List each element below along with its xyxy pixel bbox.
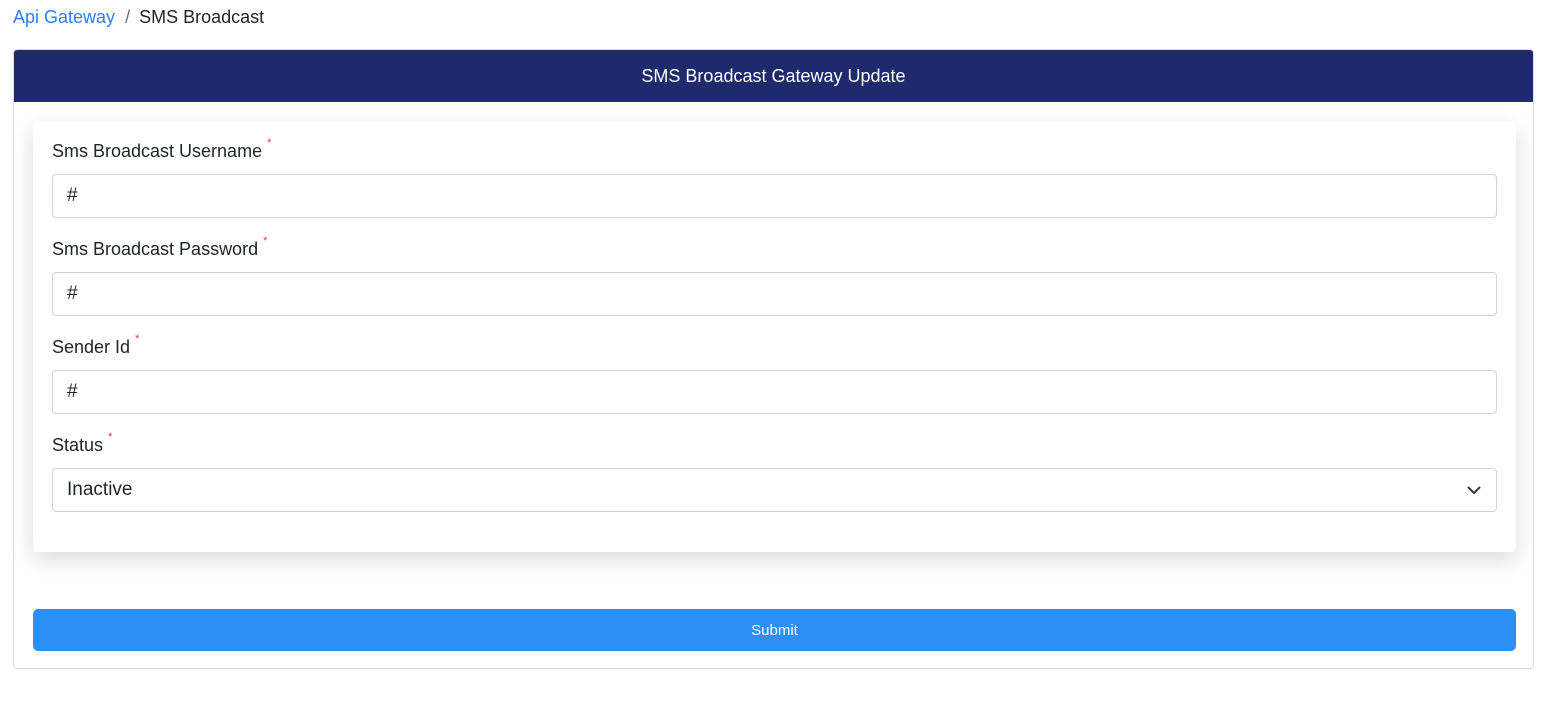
sender-id-label-text: Sender Id (52, 337, 131, 357)
breadcrumb-separator: / (125, 7, 131, 27)
password-field-group: Sms Broadcast Password * (52, 235, 1497, 316)
status-field-group: Status * Inactive (52, 431, 1497, 512)
required-marker: * (267, 137, 272, 149)
required-marker: * (263, 235, 268, 247)
status-selected-value: Inactive (67, 479, 133, 500)
status-select[interactable]: Inactive (52, 468, 1497, 512)
required-marker: * (135, 333, 140, 345)
sender-id-field-group: Sender Id * (52, 333, 1497, 414)
required-marker: * (108, 431, 113, 443)
password-input[interactable] (52, 272, 1497, 316)
status-label: Status * (52, 431, 1497, 457)
card-title: SMS Broadcast Gateway Update (641, 65, 906, 86)
submit-button[interactable]: Submit (33, 609, 1516, 651)
sender-id-input[interactable] (52, 370, 1497, 414)
username-input[interactable] (52, 174, 1497, 218)
gateway-update-card: SMS Broadcast Gateway Update Sms Broadca… (13, 49, 1534, 669)
username-label: Sms Broadcast Username * (52, 137, 1497, 163)
chevron-down-icon (1466, 482, 1482, 498)
username-label-text: Sms Broadcast Username (52, 141, 263, 161)
breadcrumb-link-api-gateway[interactable]: Api Gateway (13, 6, 115, 28)
breadcrumb: Api Gateway / SMS Broadcast (13, 6, 264, 28)
card-header: SMS Broadcast Gateway Update (14, 50, 1533, 102)
sender-id-label: Sender Id * (52, 333, 1497, 359)
username-field-group: Sms Broadcast Username * (52, 137, 1497, 218)
password-label-text: Sms Broadcast Password (52, 239, 259, 259)
password-label: Sms Broadcast Password * (52, 235, 1497, 261)
form-panel: Sms Broadcast Username * Sms Broadcast P… (33, 121, 1516, 552)
breadcrumb-current: SMS Broadcast (139, 7, 265, 27)
status-label-text: Status (52, 435, 104, 455)
